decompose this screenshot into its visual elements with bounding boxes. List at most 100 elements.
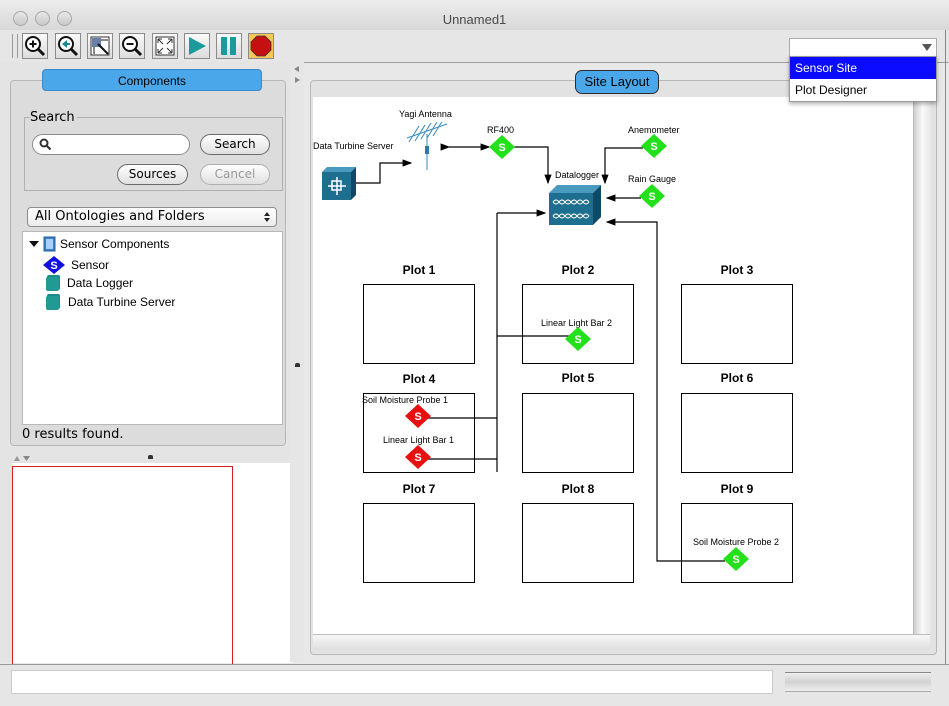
fit-to-window-button[interactable] — [152, 33, 178, 59]
rf400-sensor-icon[interactable]: S — [489, 135, 515, 159]
zoom-in-button[interactable] — [22, 33, 48, 59]
select-arrows-icon — [264, 212, 270, 222]
tree-label: Sensor — [71, 258, 110, 272]
chevron-down-icon — [922, 44, 932, 51]
window-border — [945, 30, 946, 664]
status-field — [11, 670, 773, 694]
play-button[interactable] — [184, 33, 210, 59]
sensor-blue-icon: S — [43, 256, 65, 274]
search-input[interactable] — [32, 134, 190, 155]
data-turbine-server-device-icon[interactable] — [322, 167, 356, 200]
rain-gauge-label: Rain Gauge — [628, 174, 677, 184]
splitter-handle[interactable] — [148, 455, 153, 459]
ontology-select[interactable]: All Ontologies and Folders — [27, 207, 277, 227]
link-rf400-datalogger — [504, 143, 552, 185]
zoom-region-button[interactable] — [87, 33, 113, 59]
results-count: 0 results found. — [22, 427, 124, 442]
zoom-region-icon — [90, 36, 110, 56]
soil-moisture-probe-1-sensor-icon[interactable]: S — [405, 404, 431, 428]
expand-triangle-icon[interactable] — [29, 239, 39, 249]
tab-site-layout[interactable]: Site Layout — [575, 70, 659, 94]
plot-7[interactable] — [363, 503, 475, 583]
plot-7-title: Plot 7 — [402, 482, 436, 496]
play-icon — [189, 37, 206, 55]
tree-node-sensor-components[interactable]: Sensor Components — [29, 236, 169, 252]
sources-button[interactable]: Sources — [117, 164, 188, 185]
plot-3-title: Plot 3 — [720, 263, 754, 277]
search-button[interactable]: Search — [200, 134, 270, 155]
site-layout-canvas[interactable]: Data Turbine Server Yagi Antenna RF400 S… — [313, 97, 913, 634]
plot-2-title: Plot 2 — [561, 263, 595, 277]
horizontal-scrollbar[interactable] — [313, 634, 930, 650]
folder-book-icon — [43, 236, 56, 252]
plot-4-title: Plot 4 — [402, 372, 436, 386]
rain-gauge-sensor-icon[interactable]: S — [639, 184, 665, 208]
data-logger-icon — [46, 275, 60, 291]
rf400-label: RF400 — [487, 125, 515, 135]
tree-label: Data Turbine Server — [68, 294, 176, 309]
plot-1[interactable] — [363, 284, 475, 364]
tree-node-data-turbine-server[interactable]: Data Turbine Server — [45, 293, 175, 310]
datalogger-label: Datalogger — [555, 170, 600, 180]
vertical-scrollbar[interactable] — [913, 97, 931, 634]
plot-6[interactable] — [681, 393, 793, 473]
plot-9-title: Plot 9 — [720, 482, 754, 496]
plot-6-title: Plot 6 — [720, 371, 754, 385]
svg-text:S: S — [50, 260, 57, 272]
plot-8[interactable] — [522, 503, 634, 583]
pause-button[interactable] — [216, 33, 242, 59]
preview-viewport[interactable] — [12, 466, 233, 664]
toolbar-grip[interactable] — [12, 34, 18, 58]
zoom-out-button[interactable] — [119, 33, 145, 59]
collapse-arrows-icon[interactable] — [293, 66, 301, 84]
splitter-handle[interactable] — [295, 363, 300, 367]
window-title: Unnamed1 — [442, 12, 507, 27]
option-plot-designer[interactable]: Plot Designer — [790, 79, 936, 101]
zoom-previous-button[interactable] — [55, 33, 81, 59]
linear-light-bar-1-sensor-icon[interactable]: S — [405, 445, 431, 469]
tree-label: Data Logger — [67, 275, 134, 290]
svg-text:S: S — [414, 452, 421, 464]
option-sensor-site[interactable]: Sensor Site — [790, 57, 936, 79]
yagi-antenna-icon[interactable] — [405, 122, 449, 174]
svg-text:S: S — [648, 191, 655, 203]
svg-text:S: S — [498, 142, 505, 154]
svg-text:S: S — [574, 334, 581, 346]
zoom-back-icon — [58, 36, 79, 57]
plot-5[interactable] — [522, 393, 634, 473]
plot-8-title: Plot 8 — [561, 482, 595, 496]
stop-button[interactable] — [248, 33, 274, 59]
cancel-button[interactable]: Cancel — [200, 164, 270, 185]
search-group-label: Search — [30, 110, 77, 125]
tree-node-data-logger[interactable]: Data Logger — [45, 274, 133, 291]
pane-splitter[interactable] — [290, 62, 304, 662]
stop-icon — [250, 35, 272, 57]
zoom-out-icon — [122, 36, 143, 57]
data-turbine-server-icon — [46, 294, 60, 310]
data-turbine-server-label: Data Turbine Server — [313, 141, 394, 151]
yagi-antenna-label: Yagi Antenna — [399, 109, 452, 119]
zoom-in-icon — [25, 36, 46, 57]
pause-icon — [221, 37, 236, 55]
fit-window-icon — [155, 36, 175, 56]
svg-text:S: S — [732, 554, 739, 566]
anemometer-sensor-icon[interactable]: S — [641, 134, 667, 158]
link-dts-antenna — [346, 159, 413, 187]
soil-moisture-probe-2-label: Soil Moisture Probe 2 — [693, 537, 780, 547]
soil-moisture-probe-2-sensor-icon[interactable]: S — [723, 547, 749, 571]
split-arrows-icon[interactable] — [13, 454, 33, 462]
tab-components[interactable]: Components — [42, 69, 262, 91]
linear-light-bar-1-label: Linear Light Bar 1 — [383, 435, 455, 445]
svg-text:S: S — [414, 411, 421, 423]
linear-light-bar-2-sensor-icon[interactable]: S — [565, 327, 591, 351]
datalogger-device-icon[interactable] — [549, 185, 601, 227]
view-selector-dropdown: Sensor Site Plot Designer — [789, 56, 937, 102]
svg-text:S: S — [650, 141, 657, 153]
ontology-select-value: All Ontologies and Folders — [35, 209, 205, 224]
plot-3[interactable] — [681, 284, 793, 364]
tree-node-sensor[interactable]: S Sensor — [43, 256, 109, 274]
plot-5-title: Plot 5 — [561, 371, 595, 385]
view-selector[interactable] — [789, 38, 937, 58]
component-tree: Sensor Components S Sensor Data Logger D… — [22, 231, 283, 425]
status-progress-area — [785, 672, 931, 692]
